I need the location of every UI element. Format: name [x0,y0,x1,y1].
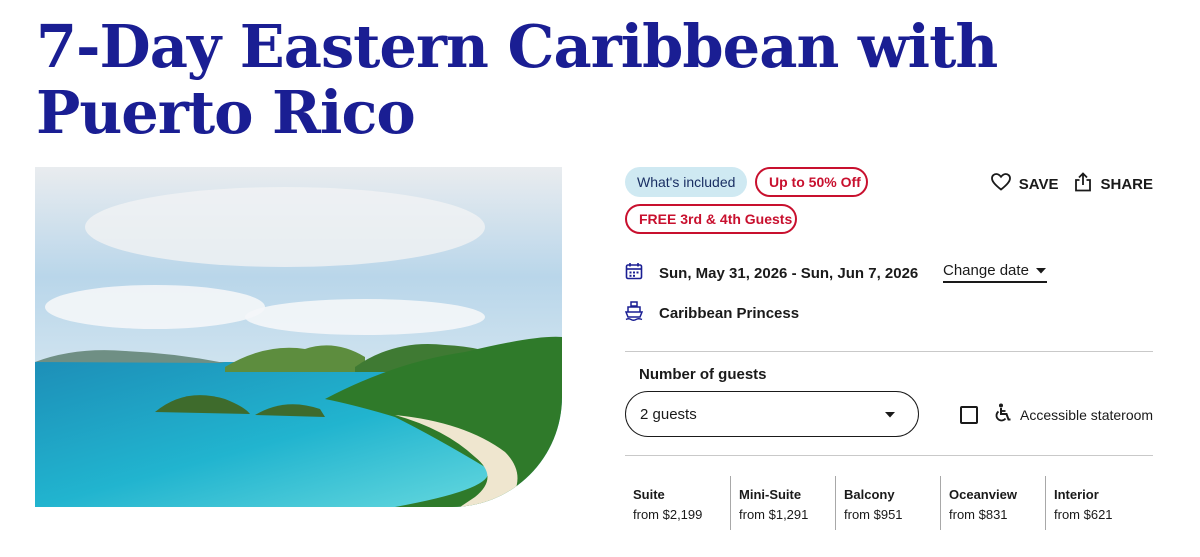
cabin-price: from $831 [949,507,1008,522]
divider [625,351,1153,352]
guests-select-value: 2 guests [640,405,697,423]
change-date-label: Change date [943,262,1029,279]
share-button[interactable]: SHARE [1074,172,1153,196]
save-button[interactable]: SAVE [990,173,1059,195]
cabin-price: from $1,291 [739,507,809,522]
divider [625,455,1153,456]
cabin-suite[interactable]: Suite from $2,199 [625,476,730,530]
ship-name-text: Caribbean Princess [659,304,800,322]
cabin-name: Mini-Suite [739,487,802,502]
cabin-price: from $2,199 [633,507,703,522]
cabin-name: Interior [1054,487,1099,502]
chevron-down-icon [884,406,896,423]
chevron-down-icon [1035,262,1047,279]
cabin-oceanview[interactable]: Oceanview from $831 [940,476,1045,530]
share-icon [1074,172,1092,196]
share-label: SHARE [1100,175,1153,193]
cabin-price: from $951 [844,507,903,522]
cabin-price-list: Suite from $2,199 Mini-Suite from $1,291… [625,476,1150,530]
guests-select[interactable]: 2 guests [625,391,919,437]
cabin-name: Oceanview [949,487,1017,502]
cabin-price: from $621 [1054,507,1113,522]
wheelchair-icon [994,403,1012,426]
discount-badge[interactable]: Up to 50% Off [755,167,868,197]
accessible-stateroom-checkbox[interactable] [960,405,978,424]
cabin-name: Balcony [844,487,895,502]
change-date-link[interactable]: Change date [943,262,1047,283]
ship-name: Caribbean Princess [624,301,800,325]
calendar-icon [625,262,659,284]
save-label: SAVE [1018,175,1059,193]
cabin-mini-suite[interactable]: Mini-Suite from $1,291 [730,476,835,530]
guests-label: Number of guests [639,366,767,383]
cabin-interior[interactable]: Interior from $621 [1045,476,1150,530]
heart-icon [990,173,1011,195]
ship-icon [624,301,659,325]
accessible-stateroom-option[interactable]: Accessible stateroom [960,403,1153,426]
page-title: 7-Day Eastern Caribbean with Puerto Rico [36,12,998,147]
sailing-dates: Sun, May 31, 2026 - Sun, Jun 7, 2026 [625,262,918,284]
whats-included-badge[interactable]: What's included [625,167,747,197]
sailing-dates-text: Sun, May 31, 2026 - Sun, Jun 7, 2026 [659,264,919,282]
hero-image [35,167,562,507]
accessible-stateroom-label: Accessible stateroom [1020,406,1154,423]
free-guests-badge[interactable]: FREE 3rd & 4th Guests [625,204,797,234]
cabin-name: Suite [633,487,665,502]
cabin-balcony[interactable]: Balcony from $951 [835,476,940,530]
